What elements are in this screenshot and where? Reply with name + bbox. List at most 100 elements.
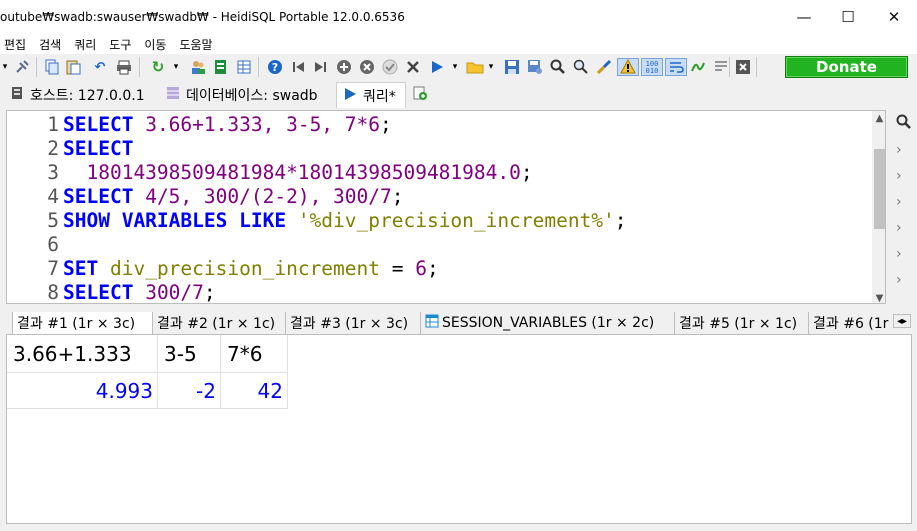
grid-cell[interactable]: -2 [158, 373, 221, 409]
new-query-tab-button[interactable] [408, 82, 432, 108]
new-query-tab-icon [413, 86, 427, 104]
tab-session-variables[interactable]: SESSION_VARIABLES (1r × 2c) [420, 312, 674, 334]
column-header[interactable]: 7*6 [221, 335, 288, 373]
help-icon[interactable]: ? [266, 58, 284, 76]
code-token: SHOW VARIABLES LIKE [63, 209, 287, 232]
donate-button[interactable]: Donate [785, 56, 908, 78]
connect-icon[interactable] [13, 58, 31, 76]
code-token: ; [391, 185, 404, 208]
tab-query[interactable]: 쿼리* [336, 82, 406, 108]
chevron-right-icon[interactable]: › [896, 220, 902, 236]
code-token: ; [520, 161, 533, 184]
warning-icon[interactable] [617, 58, 639, 76]
scroll-up-icon[interactable]: ▲ [872, 111, 885, 125]
tab-database[interactable]: 데이터베이스: swadb [160, 82, 332, 108]
log-icon[interactable] [689, 58, 707, 76]
code-token: SELECT [63, 137, 134, 160]
menu-query[interactable]: 쿼리 [74, 36, 96, 53]
code-token: SET [63, 257, 99, 280]
dropdown-arrow-icon[interactable]: ▾ [171, 58, 181, 76]
copy-icon[interactable] [43, 58, 61, 76]
sql-editor[interactable]: 1 2 3 4 5 6 7 8 SELECT 3.66+1.333, 3-5, … [6, 110, 886, 304]
tab-result-6[interactable]: 결과 #6 (1r [808, 312, 898, 334]
grid-cell[interactable]: 42 [221, 373, 288, 409]
dropdown-arrow-icon[interactable]: ▾ [0, 58, 10, 76]
scroll-down-icon[interactable]: ▼ [872, 291, 885, 304]
run-icon[interactable] [428, 58, 446, 76]
menu-tools[interactable]: 도구 [109, 36, 131, 53]
export-icon[interactable] [212, 58, 230, 76]
binary-icon[interactable]: 100 010 [641, 58, 663, 76]
find-next-icon[interactable] [572, 58, 590, 76]
scroll-thumb[interactable] [874, 149, 885, 229]
menu-help[interactable]: 도움말 [179, 36, 212, 53]
search-icon[interactable] [896, 114, 912, 134]
table-tools-icon[interactable] [235, 58, 253, 76]
tab-session-variables-label: SESSION_VARIABLES (1r × 2c) [442, 315, 655, 331]
title-bar: outube₩swadb:swauser₩swadb₩ - HeidiSQL P… [0, 0, 917, 34]
chevron-right-icon[interactable]: › [896, 272, 902, 288]
save-snippet-icon[interactable] [526, 58, 544, 76]
check-icon[interactable] [381, 58, 399, 76]
run-dropdown-icon[interactable]: ▾ [450, 58, 460, 76]
tab-result-3[interactable]: 결과 #3 (1r × 3c) [285, 312, 420, 334]
delete-icon[interactable] [358, 58, 376, 76]
code-line[interactable]: SELECT 4/5, 300/(2-2), 300/7; [63, 185, 404, 209]
status-strip [0, 524, 917, 531]
chevron-right-icon[interactable]: › [896, 194, 902, 210]
code-token: ; [614, 209, 627, 232]
chevron-right-icon[interactable]: › [896, 246, 902, 262]
cancel-icon[interactable] [404, 58, 422, 76]
tab-result-5[interactable]: 결과 #5 (1r × 1c) [674, 312, 808, 334]
print-icon[interactable] [115, 58, 133, 76]
column-header[interactable]: 3.66+1.333 [7, 335, 158, 373]
last-icon[interactable] [312, 58, 330, 76]
word-wrap-icon[interactable] [665, 58, 687, 76]
editor-vertical-scrollbar[interactable]: ▲ ▼ [872, 111, 885, 304]
line-number: 2 [47, 137, 59, 160]
helper-side-panel: › › › › › › [890, 110, 917, 300]
open-folder-icon[interactable] [466, 58, 484, 76]
close-button[interactable]: ✕ [871, 0, 917, 34]
result-grid[interactable]: 3.66+1.333 3-5 7*6 4.993 -2 42 [6, 334, 912, 524]
open-dropdown-icon[interactable]: ▾ [486, 58, 496, 76]
line-number: 1 [47, 113, 59, 136]
sql-code-area[interactable]: SELECT 3.66+1.333, 3-5, 7*6; SELECT 18014… [63, 111, 867, 303]
code-line[interactable]: SHOW VARIABLES LIKE '%div_precision_incr… [63, 209, 627, 233]
tab-scroll-arrows[interactable]: ◂▸ [893, 314, 911, 328]
code-line[interactable]: 18014398509481984*18014398509481984.0; [63, 161, 533, 185]
code-token: ; [380, 113, 392, 136]
menu-edit[interactable]: 편집 [4, 36, 26, 53]
find-icon[interactable] [549, 58, 567, 76]
menu-go[interactable]: 이동 [144, 36, 166, 53]
menu-search[interactable]: 검색 [39, 36, 61, 53]
tab-host[interactable]: 호스트: 127.0.0.1 [4, 82, 156, 108]
undo-icon[interactable]: ↶ [91, 58, 109, 76]
code-line[interactable]: SET div_precision_increment = 6; [63, 257, 439, 281]
format-icon[interactable] [595, 58, 613, 76]
paste-icon[interactable] [64, 58, 82, 76]
code-line[interactable]: SELECT [63, 137, 133, 161]
minimize-button[interactable]: — [781, 0, 827, 34]
first-icon[interactable] [289, 58, 307, 76]
chevron-right-icon[interactable]: › [896, 142, 902, 158]
code-token: SELECT [63, 185, 134, 208]
tab-result-1[interactable]: 결과 #1 (1r × 3c) [12, 312, 152, 334]
close-tab-icon[interactable] [734, 58, 752, 76]
add-icon[interactable] [335, 58, 353, 76]
tab-result-2[interactable]: 결과 #2 (1r × 1c) [152, 312, 284, 334]
grid-cell[interactable]: 4.993 [7, 373, 158, 409]
user-manager-icon[interactable] [189, 58, 207, 76]
code-token: SELECT [63, 113, 134, 136]
line-number: 3 [47, 161, 59, 184]
refresh-icon[interactable]: ↻ [149, 58, 167, 76]
code-line[interactable]: SELECT 3.66+1.333, 3-5, 7*6; [63, 113, 392, 137]
code-line[interactable]: SELECT 300/7; [63, 281, 216, 303]
column-header[interactable]: 3-5 [158, 335, 221, 373]
chevron-right-icon[interactable]: › [896, 168, 902, 184]
maximize-button[interactable]: ☐ [825, 0, 871, 34]
save-icon[interactable] [503, 58, 521, 76]
wrap-lines-icon[interactable] [712, 58, 730, 76]
